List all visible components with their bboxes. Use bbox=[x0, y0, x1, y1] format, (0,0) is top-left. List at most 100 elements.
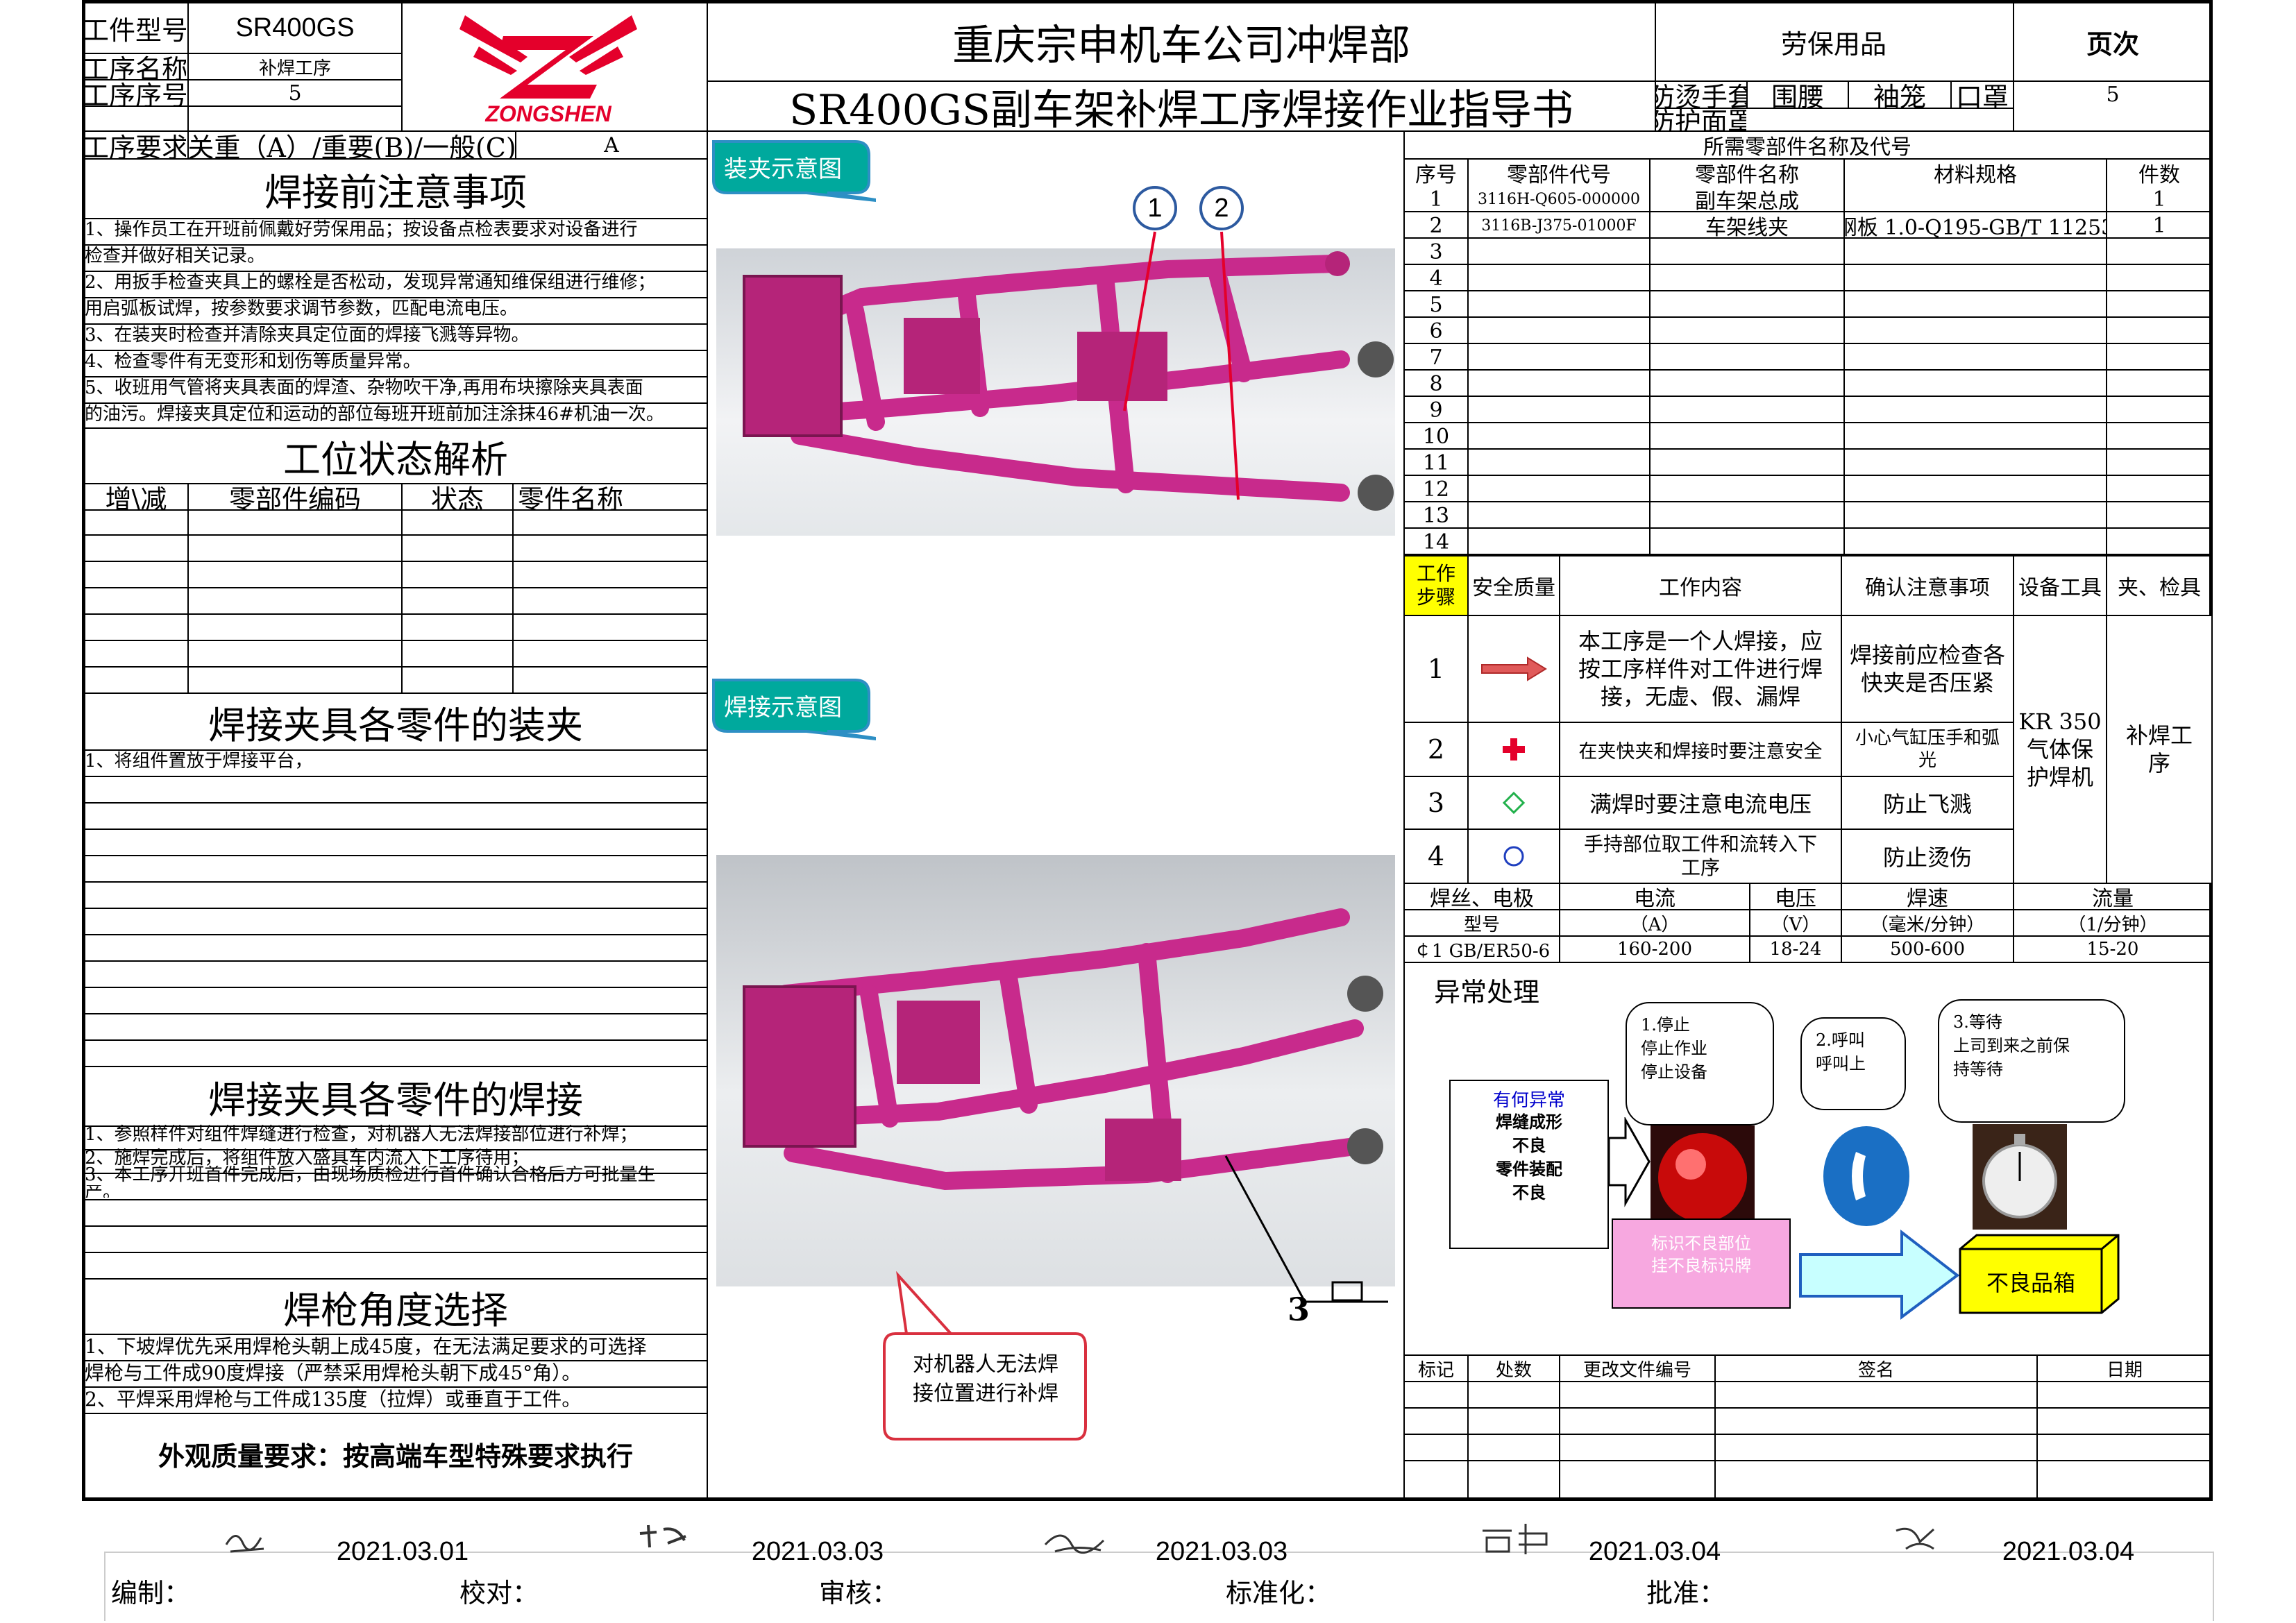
parts-header-code: 零部件代号 bbox=[1507, 163, 1611, 186]
signoff-date-author: 2021.03.01 bbox=[336, 1536, 469, 1566]
parts-row-9-name bbox=[1651, 398, 1843, 423]
parts-row-5-no: 5 bbox=[1429, 292, 1443, 317]
zongshen-logo: ZONGSHEN bbox=[444, 8, 652, 126]
robot-note-bubble: 对机器人无法焊 接位置进行补焊 bbox=[875, 1270, 1090, 1443]
parts-row-8-material bbox=[1845, 371, 2106, 396]
parts-row-6-no: 6 bbox=[1429, 318, 1443, 343]
parts-row-6-name bbox=[1651, 318, 1843, 343]
parts-row-1-no: 1 bbox=[1429, 187, 1443, 212]
rev-header-sign: 签名 bbox=[1857, 1359, 1894, 1381]
signoff-role-author: 编制： bbox=[111, 1579, 191, 1608]
parts-row-7-no: 7 bbox=[1429, 345, 1443, 370]
model-label: 工件型号 bbox=[85, 15, 186, 46]
parts-row-12-material bbox=[1845, 477, 2106, 502]
abnormal-cases: 焊缝成形 不良 零件装配 不良 bbox=[1496, 1112, 1562, 1203]
abnormal-title: 异常处理 bbox=[1434, 976, 1540, 1008]
parts-row-14-qty bbox=[2107, 529, 2211, 554]
process-name-label: 工序名称 bbox=[85, 54, 186, 79]
station-header-name: 零件名称 bbox=[518, 484, 624, 509]
step-1-arrow-icon bbox=[1469, 616, 1559, 722]
arrow-right-icon bbox=[1607, 1116, 1651, 1207]
process-name-value: 补焊工序 bbox=[258, 58, 331, 79]
weld-title: 焊接夹具各零件的焊接 bbox=[208, 1078, 583, 1122]
parts-row-10-qty bbox=[2107, 424, 2211, 449]
step-3-confirm: 防止飞溅 bbox=[1882, 791, 1972, 817]
page-label: 页次 bbox=[2086, 28, 2139, 60]
brand-text: ZONGSHEN bbox=[484, 101, 611, 126]
ppe-item-apron: 围腰 bbox=[1771, 82, 1824, 108]
step-call-bubble: 2.呼叫 呼叫上 bbox=[1800, 1017, 1906, 1110]
red-light-icon bbox=[1651, 1125, 1755, 1230]
parts-row-14-code bbox=[1469, 529, 1649, 554]
param-headers-flow: 流量 bbox=[2092, 887, 2134, 909]
parts-header-qty: 件数 bbox=[2138, 163, 2180, 186]
step-2-confirm: 小心气缸压手和弧 光 bbox=[1855, 728, 2000, 771]
param-values-voltage: 18-24 bbox=[1769, 939, 1822, 960]
ppe-label: 劳保用品 bbox=[1780, 28, 1886, 60]
ppe-item-gloves: 防烫手套 bbox=[1656, 82, 1746, 108]
param-units-wire: 型号 bbox=[1463, 914, 1500, 935]
param-units-current: （A） bbox=[1630, 914, 1680, 935]
param-headers-speed: 焊速 bbox=[1907, 887, 1948, 909]
abnormal-question: 有何异常 bbox=[1492, 1089, 1565, 1111]
signature-approve bbox=[1892, 1521, 1941, 1556]
parts-row-10-code bbox=[1469, 424, 1649, 449]
parts-row-4-name bbox=[1651, 266, 1843, 291]
marker-2: 2 bbox=[1199, 186, 1244, 230]
parts-row-10-material bbox=[1845, 424, 2106, 449]
step-4-no: 4 bbox=[1427, 841, 1445, 872]
clamp-diagram-label: 装夹示意图 bbox=[709, 137, 896, 204]
parts-row-9-code bbox=[1469, 398, 1649, 423]
pre-weld-title: 焊接前注意事项 bbox=[264, 170, 527, 214]
signature-author bbox=[222, 1524, 271, 1558]
parts-row-3-code bbox=[1469, 239, 1649, 264]
signoff-date-standard: 2021.03.04 bbox=[1588, 1536, 1721, 1566]
process-no-label: 工序序号 bbox=[85, 80, 186, 105]
weld-diagram-label: 焊接示意图 bbox=[709, 676, 896, 742]
defect-bin-label: 不良品箱 bbox=[1986, 1270, 2075, 1296]
parts-row-12-name bbox=[1651, 477, 1843, 502]
signature-proof bbox=[636, 1520, 691, 1554]
parts-row-9-qty bbox=[2107, 398, 2211, 423]
steps-header-equipment: 设备工具 bbox=[2018, 576, 2102, 600]
parts-row-1-material bbox=[1845, 187, 2106, 212]
ppe-item-sleeves: 袖笼 bbox=[1873, 82, 1926, 108]
parts-row-12-no: 12 bbox=[1422, 477, 1450, 502]
model-value: SR400GS bbox=[235, 12, 355, 42]
parts-row-3-no: 3 bbox=[1429, 239, 1443, 264]
parts-row-8-name bbox=[1651, 371, 1843, 396]
appearance-requirement: 外观质量要求：按高端车型特殊要求执行 bbox=[158, 1442, 633, 1472]
equipment-value: KR 350 气体保 护焊机 bbox=[2018, 708, 2102, 790]
parts-row-1-code: 3116H-Q605-000000 bbox=[1477, 190, 1641, 208]
parts-row-3-qty bbox=[2107, 239, 2211, 264]
step-2-content: 在夹快夹和焊接时要注意安全 bbox=[1578, 740, 1823, 763]
parts-row-12-qty bbox=[2107, 477, 2211, 502]
step-4-content: 手持部位取工件和流转入下 工序 bbox=[1583, 833, 1817, 879]
process-no-value: 5 bbox=[288, 80, 302, 105]
signature-standard bbox=[1477, 1517, 1560, 1558]
parts-row-3-material bbox=[1845, 239, 2106, 264]
steps-header-confirm: 确认注意事项 bbox=[1865, 576, 1990, 600]
parts-row-6-code bbox=[1469, 318, 1649, 343]
parts-row-2-name: 车架线夹 bbox=[1705, 216, 1789, 238]
parts-row-7-name bbox=[1651, 345, 1843, 370]
parts-row-2-material: 钢板 1.0-Q195-GB/T 11253 bbox=[1845, 216, 2106, 238]
station-header-change: 增\减 bbox=[105, 484, 167, 509]
parts-row-2-qty: 1 bbox=[2152, 213, 2166, 238]
clamp-title: 焊接夹具各零件的装夹 bbox=[208, 703, 583, 747]
requirement-value: A bbox=[604, 133, 619, 158]
parts-row-10-name bbox=[1651, 424, 1843, 449]
signature-review bbox=[1041, 1524, 1111, 1558]
parts-row-9-no: 9 bbox=[1429, 398, 1443, 423]
marker-1: 1 bbox=[1133, 186, 1177, 230]
mark-defect-text: 标识不良部位 挂不良标识牌 bbox=[1651, 1234, 1751, 1275]
signoff-role-standard: 标准化： bbox=[1226, 1579, 1332, 1608]
parts-row-1-qty: 1 bbox=[2152, 187, 2166, 212]
parts-row-13-material bbox=[1845, 503, 2106, 528]
param-values-current: 160-200 bbox=[1617, 939, 1693, 960]
step-3-no: 3 bbox=[1427, 788, 1445, 818]
parts-row-2-code: 3116B-J375-01000F bbox=[1481, 216, 1637, 235]
parts-row-1-name: 副车架总成 bbox=[1695, 189, 1799, 212]
param-values-wire: ￠1 GB/ER50-6 bbox=[1413, 940, 1551, 962]
param-units-voltage: （V） bbox=[1771, 914, 1821, 935]
